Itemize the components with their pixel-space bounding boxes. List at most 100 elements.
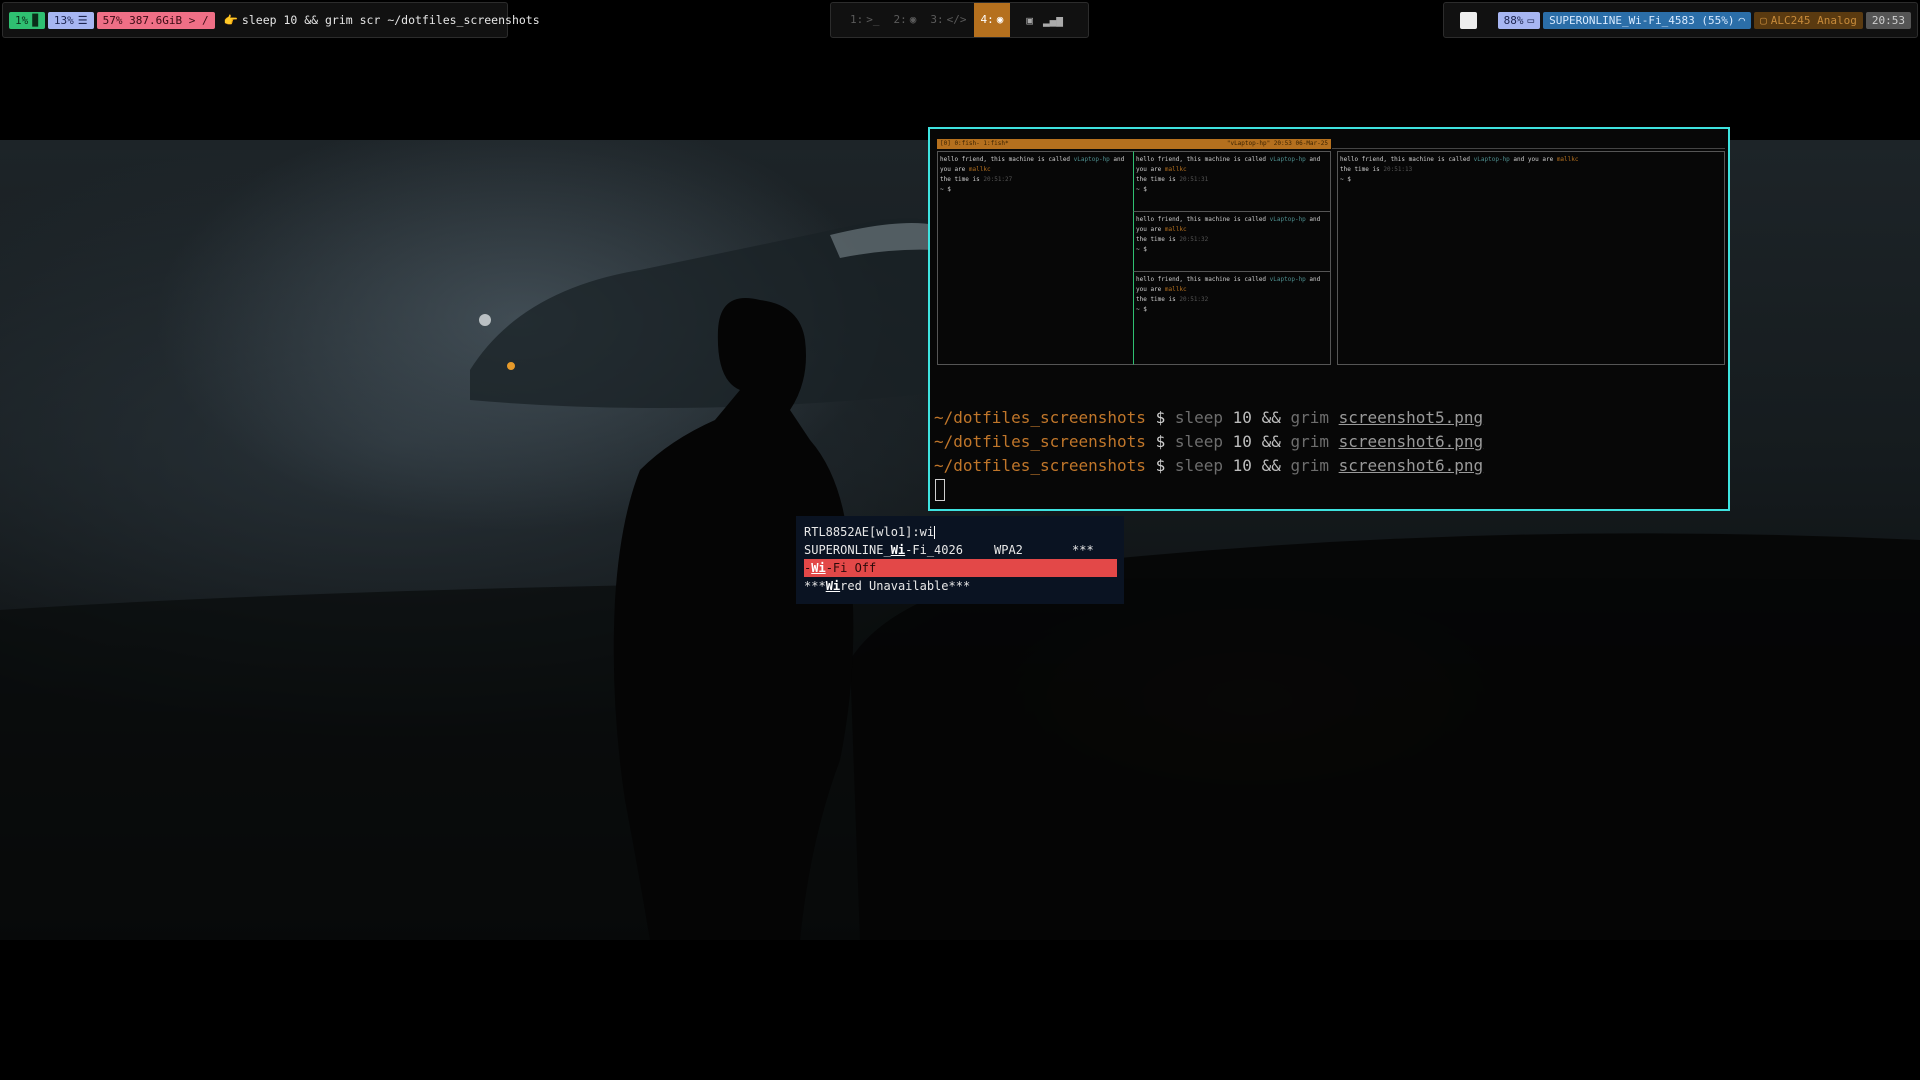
operator: && [1261,432,1281,451]
wifi-menu: RTL8852AE[wlo1]:wi SUPERONLINE_Wi-Fi_402… [796,516,1124,604]
command-arg: 10 [1232,408,1252,427]
pane-you-are: you are [1136,166,1162,173]
terminal-window[interactable]: [0] 0:fish- 1:fish* "vLaptop-hp" 20:53 0… [928,127,1730,511]
chat-icon: ◉ [996,13,1004,26]
pane-greeting: hello friend, this machine is called [940,156,1071,163]
pane-time: 20:51:32 [1179,296,1209,303]
pane-greeting: hello friend, this machine is called [1136,216,1267,223]
memory-value: 13% [53,13,74,27]
pane-prompt: ~ $ [1340,176,1351,183]
pane-you-are: you are [1136,286,1162,293]
battery-module[interactable]: 88% ▭ [1497,11,1541,29]
pane-and: and [1513,156,1525,163]
wifi-off-option[interactable]: - Wi -Fi Off [804,559,1117,577]
memory-module[interactable]: 13% ☰ [47,11,94,29]
workspace-3[interactable]: 3: </> [923,3,973,37]
pane-and: and [1309,156,1321,163]
preview-pane: hello friend, this machine is called vLa… [1133,271,1331,365]
network-security: WPA2 [994,543,1023,557]
option-match: Wi [811,561,826,575]
audio-value: ALC245 Analog [1770,13,1857,27]
command: grim [1290,408,1329,427]
status-bar-right: 88% ▭ SUPERONLINE_Wi-Fi_4583 (55%) ◠ ▢ A… [1443,2,1918,38]
command: sleep [1174,456,1224,475]
command: sleep [1174,408,1224,427]
prompt-symbol: $ [1155,456,1166,475]
pane-and: and [1309,276,1321,283]
tmux-windows: [0] 0:fish- 1:fish* [940,140,1009,147]
pane-prompt: ~ $ [940,186,951,193]
wifi-menu-search[interactable]: RTL8852AE[wlo1]:wi [804,523,1116,541]
cwd: ~/dotfiles_screenshots [934,432,1146,451]
option-match: Wi [890,543,906,557]
workspace-2[interactable]: 2: ◉ [887,3,924,37]
code-icon: </> [946,13,967,26]
option-text: SUPERONLINE_ [804,543,891,557]
network-signal: *** [1072,543,1094,557]
pane-user: mallkc [1164,166,1187,173]
file-arg[interactable]: screenshot6.png [1339,432,1484,451]
pane-and: and [1309,216,1321,223]
disk-module[interactable]: 57% 387.6GiB > / [96,11,215,29]
wifi-module[interactable]: SUPERONLINE_Wi-Fi_4583 (55%) ◠ [1543,11,1752,29]
workspace-switcher: 1: >_ 2: ◉ 3: </> 4: ◉ ▣ ▂▄▆ [830,2,1089,38]
pane-you-are: you are [1136,226,1162,233]
option-text: *** [804,579,826,593]
operator: && [1261,408,1281,427]
pane-user: mallkc [968,166,991,173]
pane-host: vLaptop-hp [1269,156,1306,163]
browser-icon: ◉ [909,13,917,26]
pane-greeting: hello friend, this machine is called [1340,156,1471,163]
workspace-4[interactable]: 4: ◉ [973,3,1011,37]
audio-module[interactable]: ▢ ALC245 Analog [1754,11,1863,29]
pane-host: vLaptop-hp [1073,156,1110,163]
clock-value: 20:53 [1871,13,1905,27]
file-arg[interactable]: screenshot6.png [1339,456,1484,475]
pane-and: and [1113,156,1125,163]
window-title: 👉 sleep 10 && grim scr ~/dotfiles_screen… [218,12,546,29]
cpu-module[interactable]: 1% ▉ [9,11,45,29]
pane-time: 20:51:27 [983,176,1013,183]
command: sleep [1174,432,1224,451]
cpu-icon: ▉ [32,13,39,27]
tray-icons: ▣ ▂▄▆ [1026,14,1063,27]
status-bar-left: 1% ▉ 13% ☰ 57% 387.6GiB > / 👉 sleep 10 &… [2,2,540,38]
pointing-hand-icon: 👉 [223,12,238,27]
signal-bars-icon[interactable]: ▂▄▆ [1043,14,1063,27]
pane-user: mallkc [1556,156,1579,163]
tmux-status-bar: [0] 0:fish- 1:fish* "vLaptop-hp" 20:53 0… [937,139,1331,149]
pane-greeting: hello friend, this machine is called [1136,276,1267,283]
pane-time-label: the time is [1136,176,1176,183]
battery-icon: ▭ [1527,13,1535,27]
wifi-icon: ◠ [1738,13,1746,27]
battery-value: 88% [1503,13,1524,27]
pane-time-label: the time is [1136,296,1176,303]
clock-module[interactable]: 20:53 [1865,11,1911,29]
option-text: -Fi Off [825,561,877,575]
pane-greeting: hello friend, this machine is called [1136,156,1267,163]
terminal-cursor[interactable] [935,479,945,501]
wifi-network-option[interactable]: SUPERONLINE_Wi-Fi_4026 WPA2 *** [804,541,1116,559]
cwd: ~/dotfiles_screenshots [934,456,1146,475]
network-name: SUPERONLINE_Wi-Fi_4026 [804,541,994,559]
workspace-4-label: 4: [980,13,994,26]
prompt-symbol: $ [1155,432,1166,451]
terminal-icon: >_ [866,13,880,26]
workspace-2-label: 2: [893,13,907,26]
command: grim [1290,432,1329,451]
pane-host: vLaptop-hp [1269,216,1306,223]
pane-prompt: ~ $ [1136,186,1147,193]
pane-prompt: ~ $ [1136,306,1147,313]
preview-pane: hello friend, this machine is called vLa… [1337,151,1725,365]
window-title-text: sleep 10 && grim scr ~/dotfiles_screensh… [241,12,540,27]
notification-indicator[interactable] [1459,11,1477,29]
preview-pane: hello friend, this machine is called vLa… [937,151,1134,365]
terminal-line: ~/dotfiles_screenshots $ sleep 10 && gri… [934,454,1483,478]
file-arg[interactable]: screenshot5.png [1339,408,1484,427]
workspace-1[interactable]: 1: >_ [843,3,887,37]
wired-unavailable-option[interactable]: *** Wi red Unavailable*** [804,577,1116,595]
workspace-3-label: 3: [930,13,944,26]
sim-card-icon[interactable]: ▣ [1026,14,1033,27]
speaker-icon: ▢ [1760,13,1767,27]
pane-host: vLaptop-hp [1473,156,1510,163]
